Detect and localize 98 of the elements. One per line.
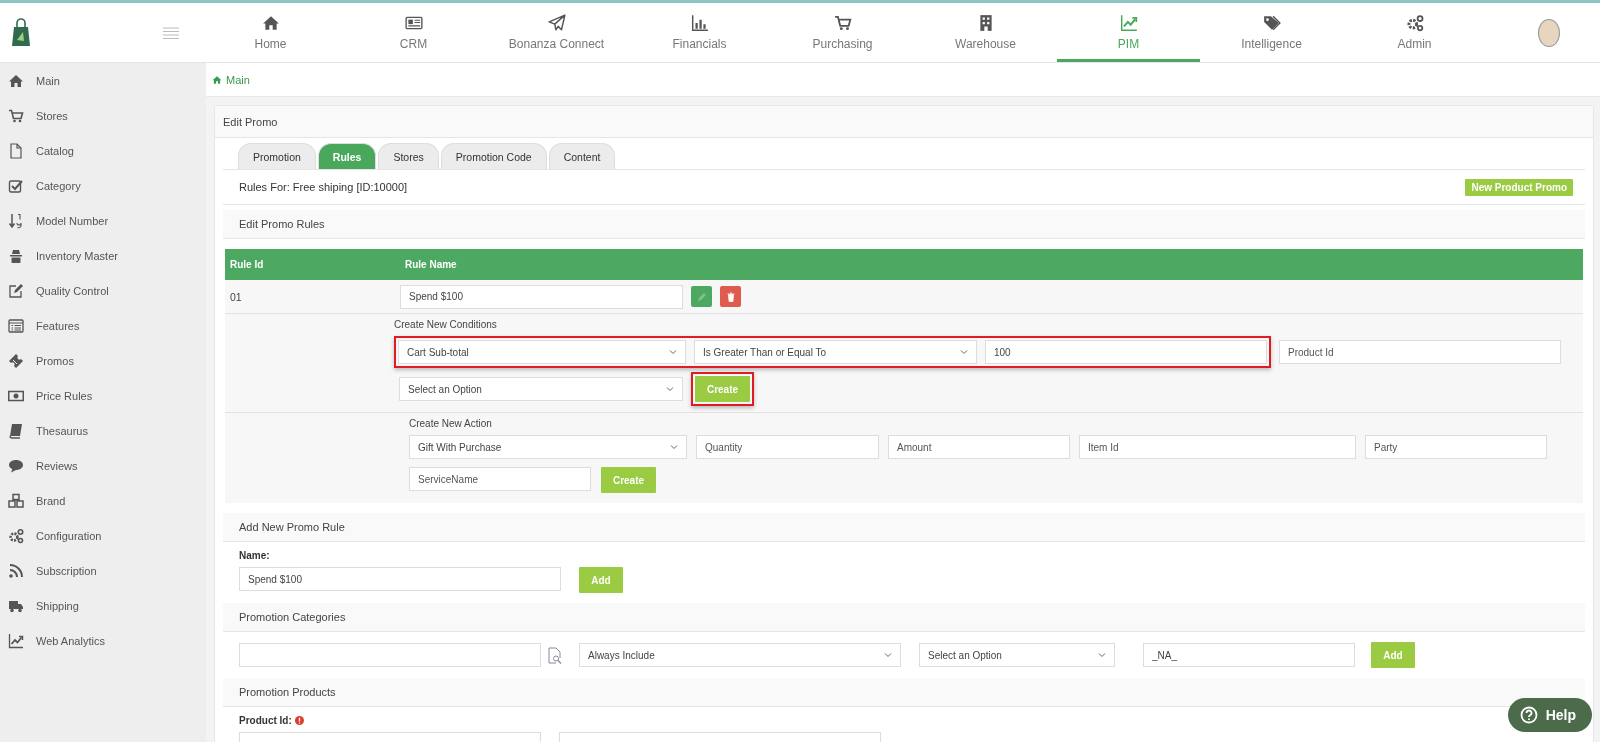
column-header: Rule Id	[229, 259, 265, 270]
rss-icon	[8, 562, 24, 579]
cart-icon	[833, 14, 852, 32]
chevron-down-icon	[666, 385, 674, 393]
tab[interactable]: Content	[548, 143, 616, 169]
rules-heading: Rules For: Free shiping [ID:10000]	[239, 181, 408, 193]
sidebar-item[interactable]: Model Number	[0, 203, 206, 238]
text-field[interactable]: _NA_	[1143, 643, 1355, 667]
section-header: Edit Promo Rules	[223, 210, 1585, 239]
avatar[interactable]	[1538, 18, 1560, 47]
sidebar-item[interactable]: Shipping	[0, 588, 206, 623]
section-label: Create New Action	[409, 418, 493, 429]
tab[interactable]: Stores	[378, 143, 439, 169]
text-field[interactable]: Party	[1365, 435, 1547, 459]
text-field[interactable]: ServiceName	[409, 467, 591, 491]
checkbox-icon	[8, 177, 24, 194]
nav-tab[interactable]: Admin	[1343, 3, 1486, 62]
home-icon	[8, 72, 24, 89]
question-icon	[1519, 706, 1538, 724]
sidebar-item[interactable]: Promos	[0, 343, 206, 378]
document-search-icon[interactable]	[547, 646, 562, 664]
select-field[interactable]: Gift With Purchase	[409, 435, 687, 459]
bag-logo-icon[interactable]	[10, 17, 32, 48]
chevron-down-icon	[884, 651, 892, 659]
home-icon	[212, 74, 222, 85]
text-field[interactable]: Product Id	[1279, 340, 1561, 364]
select-field[interactable]: Select an Option	[919, 643, 1115, 667]
breadcrumb-link[interactable]: Main	[212, 73, 250, 86]
sort-arrow-icon	[8, 212, 24, 229]
menu-icon[interactable]	[163, 26, 179, 39]
sidebar-item[interactable]: Catalog	[0, 133, 206, 168]
sidebar-item[interactable]: Reviews	[0, 448, 206, 483]
paper-plane-icon	[547, 14, 566, 32]
panel-title: Edit Promo	[215, 106, 1593, 138]
text-field[interactable]: Spend $100	[239, 567, 561, 591]
cubes-icon	[8, 492, 24, 509]
field-label: Name:	[239, 550, 271, 561]
text-field[interactable]: 100	[985, 340, 1267, 364]
section-header: Promotion Categories	[223, 603, 1585, 632]
text-field[interactable]	[239, 643, 541, 667]
sidebar-item[interactable]: Quality Control	[0, 273, 206, 308]
edit-icon	[8, 282, 24, 299]
help-button[interactable]: Help	[1507, 698, 1592, 732]
home-icon	[261, 14, 280, 32]
tags-icon	[1262, 14, 1281, 32]
line-chart-icon	[1119, 14, 1138, 32]
delete-button[interactable]	[720, 286, 741, 307]
field-label: Product Id:	[239, 715, 292, 726]
sidebar-item[interactable]: Brand	[0, 483, 206, 518]
text-field[interactable]: Spend $100	[400, 284, 683, 309]
sidebar-item[interactable]: Inventory Master	[0, 238, 206, 273]
pencil-icon	[696, 291, 707, 302]
sidebar-item[interactable]: Subscription	[0, 553, 206, 588]
nav-tab[interactable]: Home	[199, 3, 342, 62]
nav-tab[interactable]: Warehouse	[914, 3, 1057, 62]
document-icon	[8, 142, 24, 159]
text-field[interactable]: Item Id	[1079, 435, 1356, 459]
newspaper-icon	[404, 14, 423, 32]
sidebar-item[interactable]: Stores	[0, 98, 206, 133]
select-field[interactable]: Always Include	[579, 643, 901, 667]
chevron-down-icon	[670, 443, 678, 451]
speech-bubble-icon	[8, 457, 24, 474]
sidebar-item[interactable]: Configuration	[0, 518, 206, 553]
select-field[interactable]: Cart Sub-total	[398, 340, 686, 364]
sidebar-item[interactable]: Features	[0, 308, 206, 343]
bar-chart-icon	[690, 14, 709, 32]
chevron-down-icon	[669, 348, 677, 356]
sidebar-item[interactable]: Thesaurus	[0, 413, 206, 448]
sidebar-item[interactable]: Category	[0, 168, 206, 203]
nav-tab[interactable]: Financials	[628, 3, 771, 62]
section-label: Create New Conditions	[394, 319, 498, 330]
section-header: Promotion Products	[223, 678, 1585, 707]
line-chart-icon	[8, 632, 24, 649]
chevron-down-icon	[960, 348, 968, 356]
tab[interactable]: Promotion	[238, 143, 316, 169]
required-icon	[294, 716, 304, 725]
nav-tab[interactable]: Purchasing	[771, 3, 914, 62]
trash-icon	[725, 291, 736, 302]
nav-tab[interactable]: CRM	[342, 3, 485, 62]
column-header: Rule Name	[404, 259, 457, 270]
book-icon	[8, 422, 24, 439]
ticket-icon	[8, 352, 24, 369]
text-field[interactable]: Amount	[888, 435, 1070, 459]
list-icon	[8, 317, 24, 334]
section-header: Add New Promo Rule	[223, 513, 1585, 542]
nav-tab[interactable]: Intelligence	[1200, 3, 1343, 62]
sidebar-item[interactable]: Web Analytics	[0, 623, 206, 658]
chevron-down-icon	[1098, 651, 1106, 659]
cart-icon	[8, 107, 24, 124]
tab[interactable]: Promotion Code	[440, 143, 547, 169]
sidebar-item[interactable]: Main	[0, 63, 206, 98]
table-cell-text: 01	[229, 290, 243, 303]
nav-tab[interactable]: Bonanza Connect	[485, 3, 628, 62]
select-field[interactable]: Is Greater Than or Equal To	[694, 340, 977, 364]
select-field[interactable]: Select an Option	[399, 377, 683, 401]
text-field[interactable]: Quantity	[696, 435, 879, 459]
sidebar-item[interactable]: Price Rules	[0, 378, 206, 413]
edit-button[interactable]	[691, 286, 712, 307]
